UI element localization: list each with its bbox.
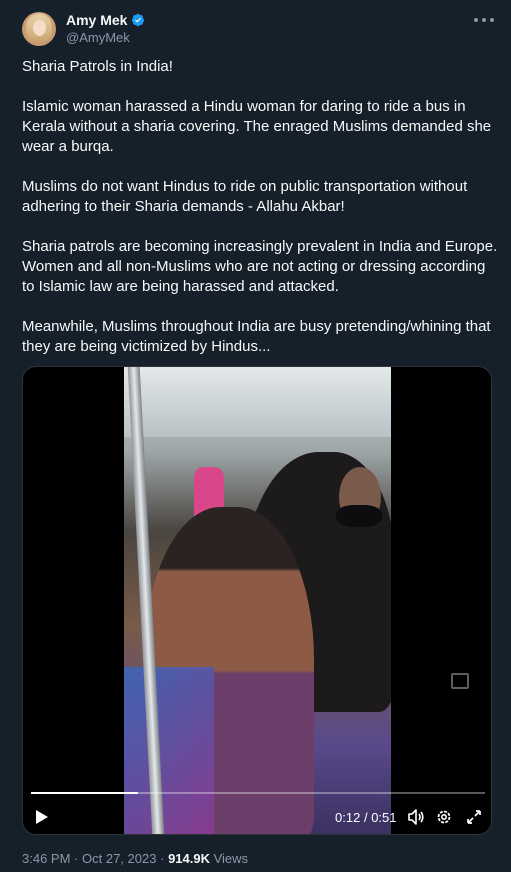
video-scene-sari: [124, 667, 214, 834]
video-time-separator: /: [363, 810, 368, 825]
fullscreen-icon[interactable]: [465, 808, 483, 826]
tweet-meta: 3:46 PM · Oct 27, 2023 · 914.9K Views: [22, 851, 248, 866]
more-dot: [490, 18, 494, 22]
verified-badge-icon: [132, 13, 145, 27]
more-dot: [474, 18, 478, 22]
avatar-face: [33, 20, 46, 36]
avatar[interactable]: [22, 12, 56, 46]
video-duration: 0:51: [371, 810, 397, 825]
more-dot: [482, 18, 486, 22]
tweet-text: Sharia Patrols in India! Islamic woman h…: [22, 57, 498, 377]
video-time: 0:12 / 0:51: [335, 810, 397, 825]
views-label: Views: [213, 851, 249, 866]
tweet-paragraph: Muslims do not want Hindus to ride on pu…: [22, 178, 468, 215]
video-progress-fill: [31, 792, 138, 794]
meta-separator-dot: ·: [160, 851, 165, 866]
video-scene-mask: [336, 505, 382, 527]
tweet-paragraph: Sharia Patrols in India!: [22, 58, 173, 75]
video-progress-bar[interactable]: [31, 792, 485, 794]
views-count: 914.9K: [168, 851, 210, 866]
settings-gear-icon[interactable]: [435, 808, 453, 826]
tweet-paragraph: Islamic woman harassed a Hindu woman for…: [22, 98, 492, 155]
volume-icon[interactable]: [407, 808, 425, 826]
tweet-time[interactable]: 3:46 PM: [22, 851, 70, 866]
video-player[interactable]: 0:12 / 0:51: [22, 366, 492, 835]
video-scene-ceiling: [124, 367, 391, 437]
tweet-paragraph: Sharia patrols are becoming increasingly…: [22, 238, 498, 295]
video-frame[interactable]: [124, 367, 391, 834]
meta-separator-dot: ·: [74, 851, 79, 866]
play-icon[interactable]: [35, 809, 49, 825]
tweet-date[interactable]: Oct 27, 2023: [82, 851, 156, 866]
tweet-paragraph: Meanwhile, Muslims throughout India are …: [22, 318, 491, 355]
author-handle[interactable]: @AmyMek: [66, 30, 130, 45]
picture-in-picture-icon: [451, 673, 469, 689]
more-options-icon[interactable]: [474, 12, 494, 28]
video-current-time: 0:12: [335, 810, 361, 825]
author-name-row: Amy Mek: [66, 12, 145, 28]
author-name[interactable]: Amy Mek: [66, 12, 127, 28]
tweet: Amy Mek @AmyMek Sharia Patrols in India!…: [0, 0, 511, 872]
